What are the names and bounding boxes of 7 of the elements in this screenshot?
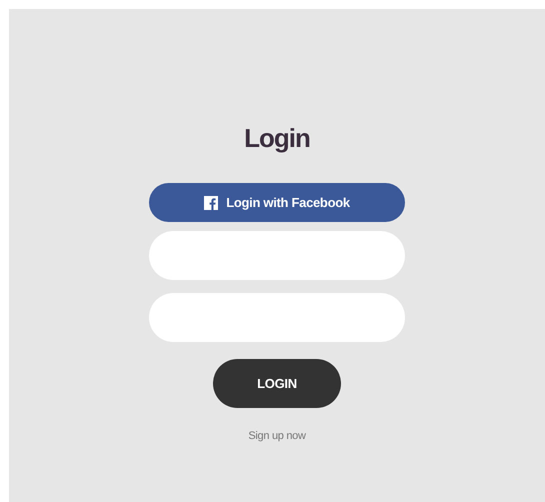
input-field[interactable] [149,293,405,342]
facebook-login-button[interactable]: Login with Facebook [149,183,405,222]
sign-up-link[interactable]: Sign up now [248,428,306,444]
page-title: Login [244,122,310,155]
login-button[interactable]: LOGIN [213,359,341,408]
facebook-icon [204,196,218,210]
input-field[interactable] [149,231,405,280]
